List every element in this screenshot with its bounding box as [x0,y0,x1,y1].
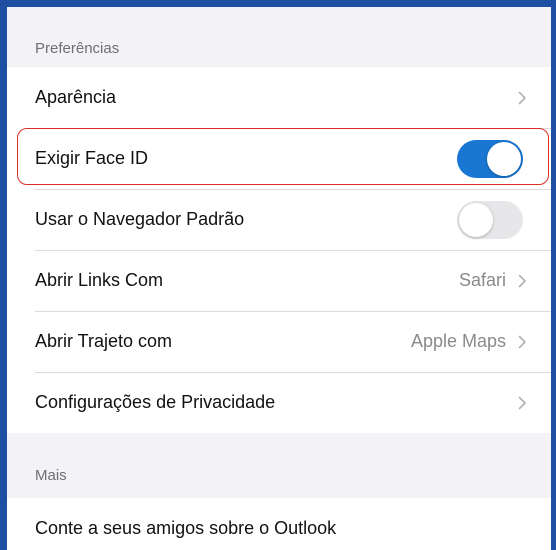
row-label: Configurações de Privacidade [35,392,276,412]
toggle-knob [459,202,493,237]
section-header-label: Preferências [35,40,120,57]
settings-screen: Preferências Aparência Exigir Face ID Us… [7,7,551,550]
face-id-toggle[interactable] [457,139,523,178]
row-open-links[interactable]: Abrir Links Com Safari [7,250,551,311]
default-browser-toggle[interactable] [457,200,523,239]
row-label: Aparência [35,87,117,107]
row-label: Usar o Navegador Padrão [35,209,245,229]
chevron-right-icon [518,335,526,348]
chevron-right-icon [518,274,526,287]
row-open-directions[interactable]: Abrir Trajeto com Apple Maps [7,311,551,372]
row-label: Abrir Trajeto com [35,331,173,351]
row-tell-friends[interactable]: Conte a seus amigos sobre o Outlook [7,498,551,550]
row-value: Safari [458,270,506,290]
toggle-knob [487,141,521,176]
row-face-id: Exigir Face ID [7,128,551,189]
row-default-browser: Usar o Navegador Padrão [7,189,551,250]
section-header-preferences: Preferências [7,7,551,67]
row-label: Conte a seus amigos sobre o Outlook [35,518,337,538]
more-group: Conte a seus amigos sobre o Outlook [7,498,551,550]
row-value: Apple Maps [410,331,506,351]
preferences-group: Aparência Exigir Face ID Usar o Navegado… [7,67,551,433]
section-header-label: Mais [35,467,67,484]
chevron-right-icon [518,91,526,104]
chevron-right-icon [518,396,526,409]
row-privacy[interactable]: Configurações de Privacidade [7,372,551,433]
row-label: Abrir Links Com [35,270,164,290]
row-label: Exigir Face ID [35,148,149,168]
row-appearance[interactable]: Aparência [7,67,551,128]
section-header-more: Mais [7,433,551,498]
